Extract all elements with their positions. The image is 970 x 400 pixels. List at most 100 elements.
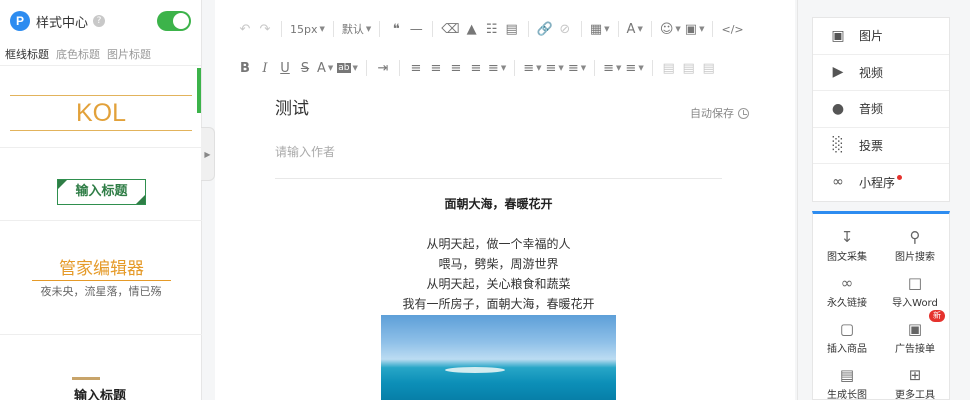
tool-import-word[interactable]: □ 导入Word <box>881 272 949 309</box>
editor-toolbar: ↶ ↷ 15px ▼ 默认 ▼ ❝ — ⌫ ▲ ☷ ▤ 🔗 ⊘ ▦ ▼ A ▼ … <box>235 0 795 96</box>
article-line: 我有一所房子，面朝大海，春暖花开 <box>402 297 595 311</box>
autosave-label: 自动保存 <box>690 107 734 120</box>
strikethrough-icon[interactable]: S <box>295 57 315 79</box>
font-family-select[interactable]: 默认 ▼ <box>340 18 373 40</box>
editor-area: ↶ ↷ 15px ▼ 默认 ▼ ❝ — ⌫ ▲ ☷ ▤ 🔗 ⊘ ▦ ▼ A ▼ … <box>215 0 795 400</box>
media-item-video[interactable]: ▶ 视频 <box>813 55 949 91</box>
tab-image-title[interactable]: 图片标题 <box>107 46 151 62</box>
font-color-icon[interactable]: A ▼ <box>315 57 335 79</box>
toolbar-separator <box>514 60 516 76</box>
align-more-icon[interactable]: ≡ ▼ <box>486 57 508 79</box>
float-left-icon[interactable]: ▤ <box>659 57 679 79</box>
tool-label: 永久链接 <box>827 298 867 309</box>
spacing-after-icon[interactable]: ≡ ▼ <box>544 57 566 79</box>
format-brush-icon[interactable]: ▲ <box>462 18 482 40</box>
article-title[interactable]: 测试 <box>275 94 309 119</box>
text-style-icon[interactable]: A ▼ <box>625 18 645 40</box>
emoji-icon[interactable]: ☺ ▼ <box>658 18 683 40</box>
media-item-audio[interactable]: ● 音频 <box>813 91 949 128</box>
caret-down-icon: ▼ <box>319 25 325 33</box>
align-justify-icon[interactable]: ≡ <box>466 57 486 79</box>
background-color-icon[interactable]: ab ▼ <box>335 57 360 79</box>
align-center-icon[interactable]: ≡ <box>426 57 446 79</box>
author-input[interactable]: 请输入作者 <box>275 143 335 160</box>
style-item-manager[interactable]: 管家编辑器 夜未央，流星落，情已殇 <box>0 221 202 335</box>
tool-image-search[interactable]: ⚲ 图片搜索 <box>881 226 949 263</box>
tool-long-image[interactable]: ▤ 生成长图 <box>813 364 881 400</box>
toolbar-separator <box>650 21 652 37</box>
style-list-scrollbar[interactable] <box>197 68 201 113</box>
underline-icon[interactable]: U <box>275 57 295 79</box>
font-size-value: 15px <box>290 22 318 36</box>
undo-icon[interactable]: ↶ <box>235 18 255 40</box>
line-height-icon[interactable]: ≡ ▼ <box>566 57 588 79</box>
italic-icon[interactable]: I <box>255 57 275 79</box>
collapse-handle[interactable]: ▶ <box>201 127 215 181</box>
indent-icon[interactable]: ⇥ <box>373 57 393 79</box>
link-icon[interactable]: 🔗 <box>535 18 555 40</box>
caret-down-icon: ▼ <box>558 64 564 72</box>
insert-text-icon[interactable]: ☷ <box>482 18 502 40</box>
document-icon[interactable]: ▤ <box>502 18 522 40</box>
toolbar-row-1: ↶ ↷ 15px ▼ 默认 ▼ ❝ — ⌫ ▲ ☷ ▤ 🔗 ⊘ ▦ ▼ A ▼ … <box>235 18 746 40</box>
float-right-icon[interactable]: ▤ <box>699 57 719 79</box>
sandbar-shape <box>445 367 505 373</box>
caret-down-icon: ▼ <box>604 25 610 33</box>
article-image-sea[interactable] <box>381 315 616 400</box>
caret-down-icon: ▼ <box>699 25 705 33</box>
quote-icon[interactable]: ❝ <box>386 18 406 40</box>
align-left-icon[interactable]: ≡ <box>406 57 426 79</box>
caret-down-icon: ▼ <box>327 64 334 72</box>
autosave-status[interactable]: 自动保存 <box>690 105 749 121</box>
caret-down-icon: ▼ <box>536 64 542 72</box>
insert-panel: ▣ 图片 ▶ 视频 ● 音频 ░ 投票 ∞ 小程序 ↧ 图文采集 ⚲ 图片搜索 ∞ 永久链接 □… <box>797 0 970 400</box>
tool-label: 生成长图 <box>827 390 867 400</box>
tool-label: 图片搜索 <box>895 252 935 263</box>
media-item-image[interactable]: ▣ 图片 <box>813 18 949 55</box>
tool-label: 导入Word <box>892 298 938 309</box>
image-icon[interactable]: ▣ ▼ <box>683 18 707 40</box>
style-center-toggle[interactable] <box>157 11 191 31</box>
article-line: 喂马，劈柴，周游世界 <box>438 257 559 271</box>
media-label: 视频 <box>859 65 884 80</box>
help-icon[interactable]: ? <box>93 15 106 27</box>
media-item-vote[interactable]: ░ 投票 <box>813 128 949 164</box>
toolbar-separator <box>712 21 714 37</box>
article-line: 从明天起，关心粮食和蔬菜 <box>426 277 571 291</box>
redo-icon[interactable]: ↷ <box>255 18 275 40</box>
caret-down-icon: ▼ <box>365 25 372 33</box>
style-item-bar-title[interactable]: 输入标题 <box>0 335 202 400</box>
tool-more-tools[interactable]: ⊞ 更多工具 <box>881 364 949 400</box>
ordered-list-icon[interactable]: ≡ ▼ <box>601 57 623 79</box>
font-size-select[interactable]: 15px ▼ <box>288 18 327 40</box>
article-body[interactable]: 面朝大海，春暖花开 从明天起，做一个幸福的人 喂马，劈柴，周游世界 从明天起，关… <box>275 194 722 314</box>
unlink-icon[interactable]: ⊘ <box>555 18 575 40</box>
tab-frame-title[interactable]: 框线标题 <box>5 46 49 62</box>
unordered-list-icon[interactable]: ≡ ▼ <box>623 57 645 79</box>
style-item-kol[interactable]: KOL <box>0 68 202 148</box>
tool-article-collect[interactable]: ↧ 图文采集 <box>813 226 881 263</box>
toolbar-separator <box>617 21 619 37</box>
style-item-boxed-title[interactable]: 输入标题 <box>0 148 202 221</box>
bold-icon[interactable]: B <box>235 57 255 79</box>
style-list: KOL 输入标题 管家编辑器 夜未央，流星落，情已殇 输入标题 <box>0 68 202 400</box>
long-image-icon: ▤ <box>839 366 855 384</box>
spacing-before-icon[interactable]: ≡ ▼ <box>521 57 543 79</box>
source-code-icon[interactable]: </> <box>719 18 745 40</box>
table-icon[interactable]: ▦ ▼ <box>588 18 612 40</box>
kol-title: KOL <box>10 95 192 131</box>
eraser-icon[interactable]: ⌫ <box>439 18 461 40</box>
horizontal-rule-icon[interactable]: — <box>406 18 426 40</box>
tool-ad-orders[interactable]: ▣ 广告接单新 <box>881 310 949 355</box>
microphone-icon: ● <box>831 100 845 117</box>
logo-icon: P <box>10 11 30 31</box>
tab-background-title[interactable]: 底色标题 <box>56 46 100 62</box>
tool-permalink[interactable]: ∞ 永久链接 <box>813 272 881 309</box>
toolbar-separator <box>398 60 400 76</box>
align-right-icon[interactable]: ≡ <box>446 57 466 79</box>
toolbar-separator <box>281 21 282 37</box>
tool-insert-product[interactable]: ▢ 插入商品 <box>813 318 881 355</box>
float-none-icon[interactable]: ▤ <box>679 57 699 79</box>
notification-dot <box>897 174 903 180</box>
media-item-miniprogram[interactable]: ∞ 小程序 <box>813 164 949 201</box>
